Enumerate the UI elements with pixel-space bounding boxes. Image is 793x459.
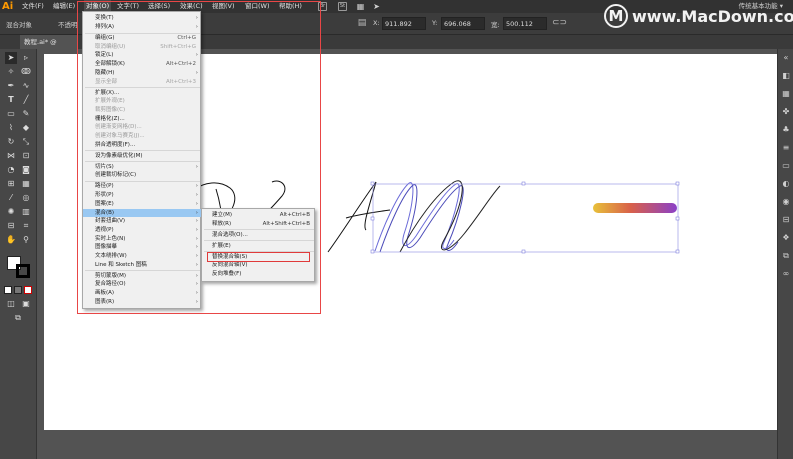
selection-bounding-box — [372, 183, 679, 253]
eraser-icon[interactable]: ◆ — [20, 122, 32, 134]
send-icon[interactable]: ➤ — [372, 2, 381, 11]
collapse-icon[interactable]: « — [781, 53, 791, 63]
x-label: X: — [373, 19, 380, 27]
paintbrush-icon[interactable]: ⌇ — [5, 122, 17, 134]
color-mode-icon[interactable] — [4, 286, 12, 294]
width-tool-icon[interactable]: ⋈ — [5, 150, 17, 162]
rotate-icon[interactable]: ↻ — [5, 136, 17, 148]
live-paint-icon[interactable]: ◙ — [20, 164, 32, 176]
stroke-swatch[interactable] — [16, 264, 30, 278]
watermark-logo-icon: M — [604, 4, 628, 28]
handle-bottom-left — [370, 249, 375, 254]
shape-builder-icon[interactable]: ◔ — [5, 164, 17, 176]
y-coordinate-field[interactable]: 696.068 — [441, 17, 485, 30]
edit-toolbar-icon[interactable]: ⧉ — [12, 312, 24, 324]
annotation-replace-spine-box — [207, 252, 310, 262]
selection-tool-icon[interactable]: ➤ — [5, 52, 17, 64]
align-panel-icon[interactable]: ⊟ — [781, 215, 791, 225]
handle-mid-left — [370, 216, 375, 221]
blend-am-stroke-b — [379, 184, 464, 253]
handle-mid-right — [675, 216, 680, 221]
blend-am-stroke-c — [399, 180, 501, 253]
line-tool-icon[interactable]: ╱ — [20, 94, 32, 106]
align-icon[interactable]: ▤ — [356, 17, 368, 29]
x-coordinate-field[interactable]: 911.892 — [382, 17, 426, 30]
handle-top-left — [370, 181, 375, 186]
symbol-sprayer-icon[interactable]: ✺ — [5, 206, 17, 218]
swatches-icon[interactable]: ▦ — [781, 89, 791, 99]
menu-edit[interactable]: 编辑(E) — [53, 0, 75, 13]
artboards-icon[interactable]: ⧉ — [781, 251, 791, 261]
symbols-icon[interactable]: ♣ — [781, 125, 791, 135]
stroke-panel-icon[interactable]: ≡ — [781, 143, 791, 153]
width-field[interactable]: 500.112 — [503, 17, 547, 30]
scale-icon[interactable]: ⤡ — [20, 136, 32, 148]
none-mode-icon[interactable] — [24, 286, 32, 294]
zoom-tool-icon[interactable]: ⚲ — [20, 234, 32, 246]
selection-type-label: 混合对象 — [6, 21, 32, 29]
artboard-tool-icon[interactable]: ⊟ — [5, 220, 17, 232]
blend-tool-icon[interactable]: ◎ — [20, 192, 32, 204]
handle-top-mid — [521, 181, 526, 186]
handle-bottom-mid — [521, 249, 526, 254]
opacity-label[interactable]: 不透明 — [58, 19, 78, 29]
perspective-grid-icon[interactable]: ⊞ — [5, 178, 17, 190]
handle-bottom-right — [675, 249, 680, 254]
pen-tool-icon[interactable]: ✒ — [5, 80, 17, 92]
menu-file[interactable]: 文件(F) — [22, 0, 44, 13]
lasso-icon[interactable]: ↂ — [20, 66, 32, 78]
screen-mode-icon[interactable]: ▣ — [20, 298, 32, 310]
rectangle-tool-icon[interactable]: ▭ — [5, 108, 17, 120]
direct-selection-icon[interactable]: ▹ — [20, 52, 32, 64]
gradient-capsule — [593, 203, 677, 213]
stock-icon[interactable]: St — [338, 2, 347, 11]
magic-wand-icon[interactable]: ✧ — [5, 66, 17, 78]
brushes-icon[interactable]: ✤ — [781, 107, 791, 117]
panel-dock: « ◧ ▦ ✤ ♣ ≡ ▭ ◐ ◉ ⊟ ❖ ⧉ ∞ — [777, 49, 793, 459]
graph-tool-icon[interactable]: ▥ — [20, 206, 32, 218]
mesh-icon[interactable]: ▦ — [20, 178, 32, 190]
tools-panel: ➤ ▹ ✧ ↂ ✒ ∿ T ╱ ▭ ✎ ⌇ ◆ ↻ ⤡ ⋈ ⊡ ◔ ◙ ⊞ ▦ … — [0, 49, 37, 459]
layers-icon[interactable]: ❖ — [781, 233, 791, 243]
app-logo: Ai — [2, 1, 14, 12]
annotation-highlight-box — [77, 1, 321, 314]
free-transform-icon[interactable]: ⊡ — [20, 150, 32, 162]
script-stroke-4 — [327, 181, 391, 253]
constrain-link-icon[interactable]: ⊂⊃ — [552, 17, 567, 29]
pencil-icon[interactable]: ✎ — [20, 108, 32, 120]
gradient-panel-icon[interactable]: ▭ — [781, 161, 791, 171]
gradient-mode-icon[interactable] — [14, 286, 22, 294]
transparency-icon[interactable]: ◐ — [781, 179, 791, 189]
eyedropper-icon[interactable]: ⁄ — [5, 192, 17, 204]
curvature-icon[interactable]: ∿ — [20, 80, 32, 92]
y-label: Y: — [432, 19, 438, 27]
width-label: 宽: — [491, 21, 500, 29]
grid-layout-icon[interactable]: ▦ — [356, 2, 365, 11]
color-panel-icon[interactable]: ◧ — [781, 71, 791, 81]
appearance-icon[interactable]: ◉ — [781, 197, 791, 207]
hand-tool-icon[interactable]: ✋ — [5, 234, 17, 246]
links-icon[interactable]: ∞ — [781, 269, 791, 279]
watermark-text: www.MacDown.com — [632, 7, 793, 26]
type-tool-icon[interactable]: T — [5, 94, 17, 106]
handle-top-right — [675, 181, 680, 186]
draw-mode-icon[interactable]: ◫ — [5, 298, 17, 310]
slice-tool-icon[interactable]: ⌗ — [20, 220, 32, 232]
document-tab[interactable]: 教程.ai* @ — [20, 35, 78, 49]
